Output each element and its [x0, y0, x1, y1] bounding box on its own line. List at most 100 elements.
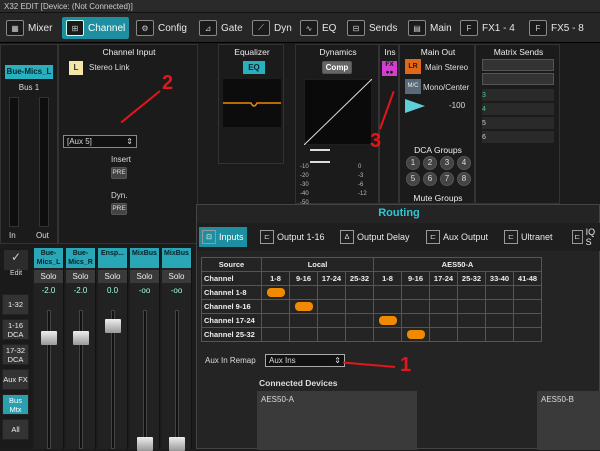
grid-cell[interactable] — [345, 327, 374, 342]
tab-config[interactable]: ⚙ Config — [132, 17, 191, 39]
lr-button[interactable]: LR — [405, 59, 421, 74]
edit-check-icon[interactable]: ✓ — [4, 250, 28, 270]
matrix-send-4[interactable]: 4 — [482, 103, 554, 115]
grid-cell[interactable] — [513, 299, 542, 314]
fader-track[interactable] — [105, 310, 121, 449]
mono-level-slider[interactable] — [405, 97, 445, 115]
solo-button[interactable]: Solo — [162, 270, 191, 283]
routing-tab-iq[interactable]: ⊏ IQ S — [569, 227, 600, 247]
dca-group-2[interactable]: 2 — [423, 156, 437, 170]
grid-cell[interactable] — [401, 285, 430, 300]
strip-name[interactable]: Ensp... — [98, 248, 127, 268]
grid-cell[interactable] — [373, 327, 402, 342]
grid-cell[interactable] — [317, 327, 346, 342]
channel-name-button[interactable]: Bue-Mics_L — [5, 65, 53, 79]
layer-all-button[interactable]: All — [2, 419, 29, 440]
threshold-fader[interactable] — [310, 149, 330, 163]
tab-fx5-8[interactable]: F FX5 - 8 — [525, 17, 588, 39]
grid-cell[interactable] — [289, 299, 318, 314]
grid-cell[interactable] — [401, 299, 430, 314]
grid-cell[interactable] — [261, 327, 290, 342]
tab-gate[interactable]: ⊿ Gate — [195, 17, 247, 39]
grid-cell[interactable] — [457, 299, 486, 314]
layer-bus-mtx-button[interactable]: Bus Mtx — [2, 394, 29, 415]
grid-cell[interactable] — [485, 299, 514, 314]
grid-cell[interactable] — [373, 299, 402, 314]
device-aes50a[interactable]: AES50-A — [257, 391, 417, 450]
tab-mixer[interactable]: ▦ Mixer — [2, 17, 56, 39]
layer-17-32-dca-button[interactable]: 17-32 DCA — [2, 344, 29, 365]
aux-in-remap-select[interactable]: Aux Ins ⇕ — [265, 354, 345, 367]
fader-knob[interactable] — [41, 331, 57, 345]
comp-button[interactable]: Comp — [322, 61, 352, 74]
grid-cell[interactable] — [289, 285, 318, 300]
routing-tab-inputs[interactable]: ⊡ Inputs — [199, 227, 247, 247]
grid-cell[interactable] — [429, 299, 458, 314]
grid-cell[interactable] — [289, 313, 318, 328]
insert-pre-button[interactable]: PRE — [111, 167, 127, 179]
grid-cell[interactable] — [345, 313, 374, 328]
input-source-select[interactable]: [Aux 5] ⇕ — [63, 135, 137, 148]
fader-track[interactable] — [137, 310, 153, 451]
fader-track[interactable] — [169, 310, 185, 451]
grid-cell[interactable] — [457, 313, 486, 328]
matrix-send-6[interactable]: 6 — [482, 131, 554, 143]
grid-cell[interactable] — [289, 327, 318, 342]
tab-main[interactable]: ▤ Main — [404, 17, 456, 39]
grid-cell[interactable] — [485, 327, 514, 342]
grid-cell[interactable] — [513, 285, 542, 300]
dca-group-8[interactable]: 8 — [457, 172, 471, 186]
dca-group-3[interactable]: 3 — [440, 156, 454, 170]
dca-group-5[interactable]: 5 — [406, 172, 420, 186]
routing-selection[interactable] — [294, 302, 313, 312]
grid-cell[interactable] — [317, 313, 346, 328]
grid-cell[interactable] — [373, 285, 402, 300]
matrix-send-3[interactable]: 3 — [482, 89, 554, 101]
grid-cell[interactable] — [345, 285, 374, 300]
fader-knob[interactable] — [73, 331, 89, 345]
mc-button[interactable]: M/C — [405, 79, 421, 94]
routing-selection[interactable] — [406, 330, 425, 340]
strip-name[interactable]: Bue-Mics_L — [34, 248, 63, 268]
tab-dyn[interactable]: ⟋ Dyn — [248, 17, 296, 39]
grid-cell[interactable] — [401, 313, 430, 328]
solo-button[interactable]: Solo — [34, 270, 63, 283]
solo-button[interactable]: Solo — [130, 270, 159, 283]
fader-track[interactable] — [73, 310, 89, 449]
dca-group-7[interactable]: 7 — [440, 172, 454, 186]
grid-cell[interactable] — [429, 285, 458, 300]
strip-name[interactable]: Bue-Mics_R — [66, 248, 95, 268]
strip-name[interactable]: MixBus — [162, 248, 191, 268]
grid-cell[interactable] — [513, 327, 542, 342]
routing-tab-output-1-16[interactable]: ⊏ Output 1-16 — [257, 227, 328, 247]
grid-cell[interactable] — [317, 299, 346, 314]
tab-eq[interactable]: ∿ EQ — [296, 17, 340, 39]
device-aes50b[interactable]: AES50-B — [537, 391, 600, 450]
layer-1-32-button[interactable]: 1-32 — [2, 294, 29, 315]
grid-cell[interactable] — [485, 313, 514, 328]
tab-sends[interactable]: ⊟ Sends — [343, 17, 401, 39]
grid-cell[interactable] — [345, 299, 374, 314]
solo-button[interactable]: Solo — [66, 270, 95, 283]
grid-cell[interactable] — [317, 285, 346, 300]
dca-group-4[interactable]: 4 — [457, 156, 471, 170]
grid-cell[interactable] — [261, 313, 290, 328]
tab-fx1-4[interactable]: F FX1 - 4 — [456, 17, 519, 39]
fader-track[interactable] — [41, 310, 57, 449]
fader-knob[interactable] — [105, 319, 121, 333]
dyn-pre-button[interactable]: PRE — [111, 203, 127, 215]
grid-cell[interactable] — [485, 285, 514, 300]
routing-tab-ultranet[interactable]: ⊏ Ultranet — [501, 227, 556, 247]
eq-button[interactable]: EQ — [243, 61, 265, 74]
matrix-send-5[interactable]: 5 — [482, 117, 554, 129]
dca-group-1[interactable]: 1 — [406, 156, 420, 170]
routing-selection[interactable] — [266, 288, 285, 298]
grid-cell[interactable] — [457, 327, 486, 342]
routing-tab-output-delay[interactable]: Δ Output Delay — [337, 227, 413, 247]
layer-aux-fx-button[interactable]: Aux FX — [2, 369, 29, 390]
tab-channel[interactable]: ⊞ Channel — [62, 17, 130, 39]
dca-group-6[interactable]: 6 — [423, 172, 437, 186]
grid-cell[interactable] — [261, 285, 290, 300]
grid-cell[interactable] — [457, 285, 486, 300]
grid-cell[interactable] — [513, 313, 542, 328]
